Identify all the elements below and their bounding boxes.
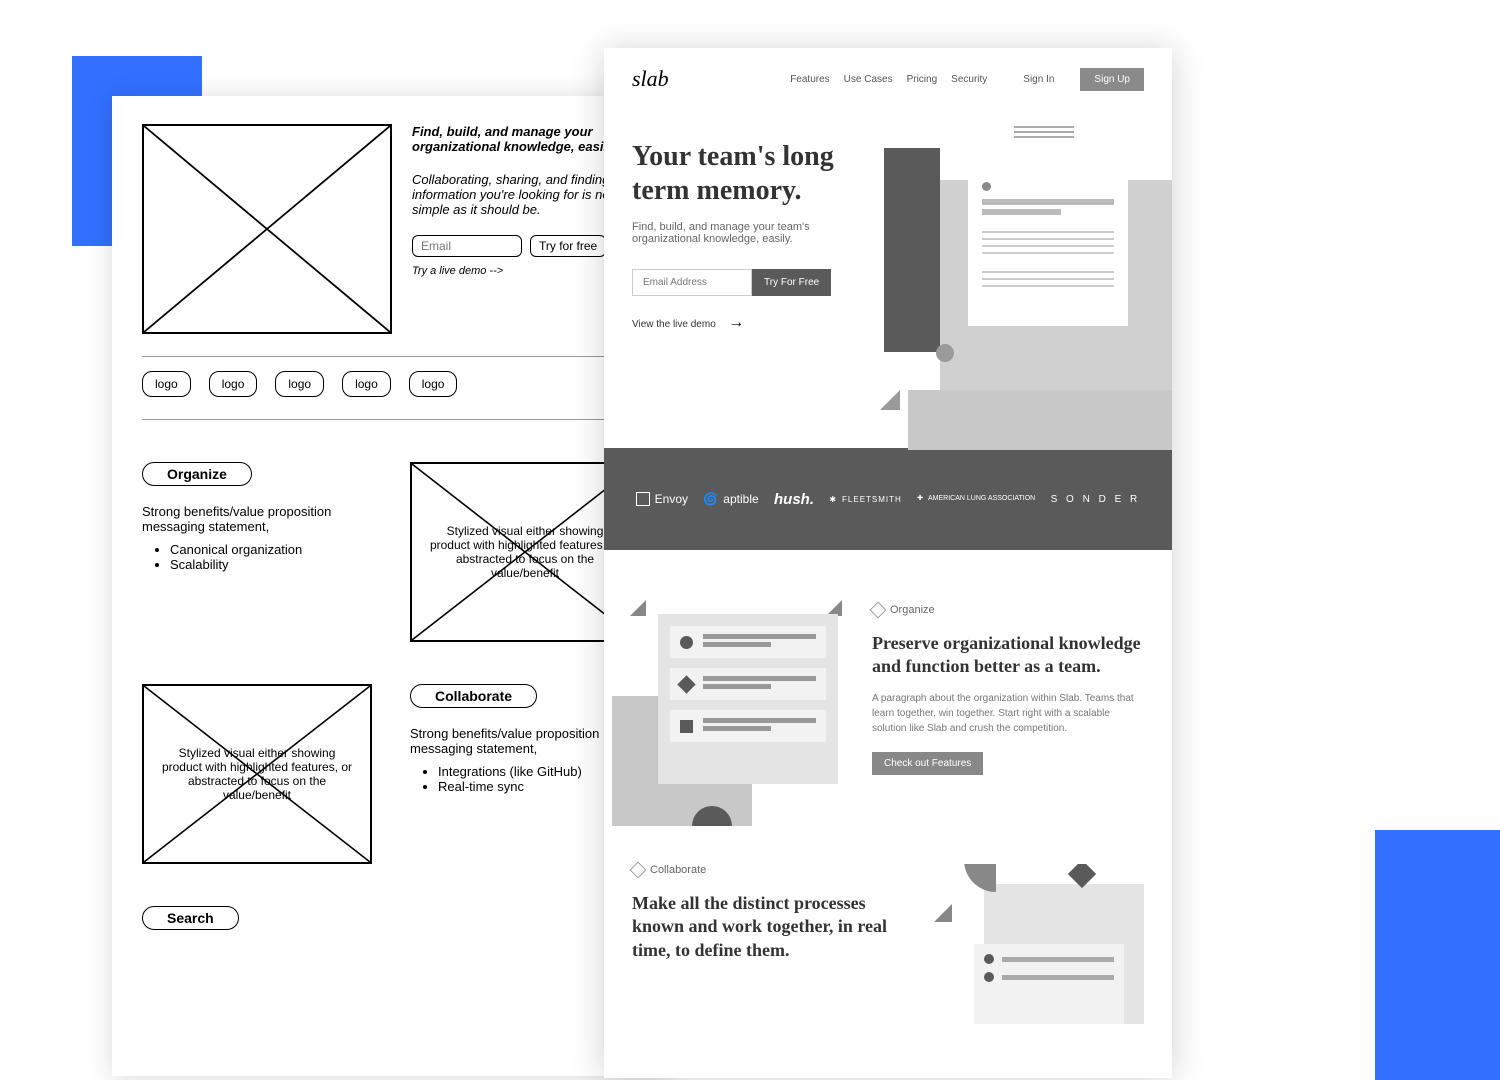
organize-label: Organize <box>872 604 1144 616</box>
email-input[interactable] <box>632 269 752 296</box>
bullet: Scalability <box>170 557 374 572</box>
organize-illustration <box>632 604 842 814</box>
collaborate-illustration <box>934 864 1144 1024</box>
logo-placeholder: logo <box>342 371 391 397</box>
divider <box>142 419 642 420</box>
brand-bar: Envoy 🌀 aptible hush. ✱ FLEETSMITH ✚ AME… <box>604 448 1172 550</box>
logo-placeholder: logo <box>209 371 258 397</box>
sign-in-link[interactable]: Sign In <box>1023 74 1054 85</box>
logo-placeholder: logo <box>142 371 191 397</box>
email-input[interactable] <box>412 235 522 257</box>
wireframe-panel: Find, build, and manage your organizatio… <box>112 96 672 1076</box>
diamond-icon <box>630 862 647 879</box>
arrow-right-icon: → <box>728 314 744 331</box>
hero-title: Your team's long term memory. <box>632 140 864 207</box>
demo-label: View the live demo <box>632 319 716 330</box>
collaborate-label: Collaborate <box>632 864 904 876</box>
bullet: Canonical organization <box>170 542 374 557</box>
brand-aptible: 🌀 aptible <box>703 492 758 506</box>
brand-fleetsmith: ✱ FLEETSMITH <box>829 495 901 504</box>
hero-subtitle: Find, build, and manage your team's orga… <box>632 221 822 245</box>
divider <box>142 356 642 357</box>
label-text: Organize <box>890 604 935 616</box>
brand-sonder: S O N D E R <box>1051 494 1141 505</box>
try-free-button[interactable]: Try For Free <box>752 269 831 296</box>
image-caption: Stylized visual either showing product w… <box>161 746 353 802</box>
organize-bullets: Canonical organization Scalability <box>142 542 374 572</box>
slab-logo[interactable]: slab <box>632 66 669 92</box>
sign-up-button[interactable]: Sign Up <box>1080 68 1144 91</box>
accent-bottom-right <box>1375 830 1500 1080</box>
brand-hush: hush. <box>774 491 814 508</box>
collaborate-image-placeholder: Stylized visual either showing product w… <box>142 684 372 864</box>
logo-placeholder: logo <box>275 371 324 397</box>
brand-envoy: Envoy <box>636 492 688 506</box>
nav: Features Use Cases Pricing Security <box>790 74 987 85</box>
logo-placeholder: logo <box>409 371 458 397</box>
nav-pricing[interactable]: Pricing <box>907 74 938 85</box>
organize-paragraph: A paragraph about the organization withi… <box>872 691 1144 736</box>
try-button[interactable]: Try for free <box>530 235 606 257</box>
hero-illustration <box>884 140 1144 420</box>
diamond-icon <box>870 602 887 619</box>
organize-pill: Organize <box>142 462 252 486</box>
collaborate-pill: Collaborate <box>410 684 537 708</box>
image-caption: Stylized visual either showing product w… <box>429 524 621 580</box>
nav-use-cases[interactable]: Use Cases <box>844 74 893 85</box>
nav-features[interactable]: Features <box>790 74 829 85</box>
label-text: Collaborate <box>650 864 706 876</box>
check-features-button[interactable]: Check out Features <box>872 752 983 775</box>
brand-lung-association: ✚ AMERICAN LUNG ASSOCIATION <box>917 495 1035 503</box>
hero-image-placeholder <box>142 124 392 334</box>
logo-row: logo logo logo logo logo <box>142 371 642 397</box>
collaborate-title: Make all the distinct processes known an… <box>632 892 904 962</box>
organize-statement: Strong benefits/value proposition messag… <box>142 504 374 534</box>
demo-link[interactable]: View the live demo → <box>632 314 864 332</box>
mockup-panel: slab Features Use Cases Pricing Security… <box>604 48 1172 1078</box>
header: slab Features Use Cases Pricing Security… <box>604 48 1172 110</box>
nav-security[interactable]: Security <box>951 74 987 85</box>
search-pill: Search <box>142 906 239 930</box>
organize-title: Preserve organizational knowledge and fu… <box>872 632 1144 679</box>
